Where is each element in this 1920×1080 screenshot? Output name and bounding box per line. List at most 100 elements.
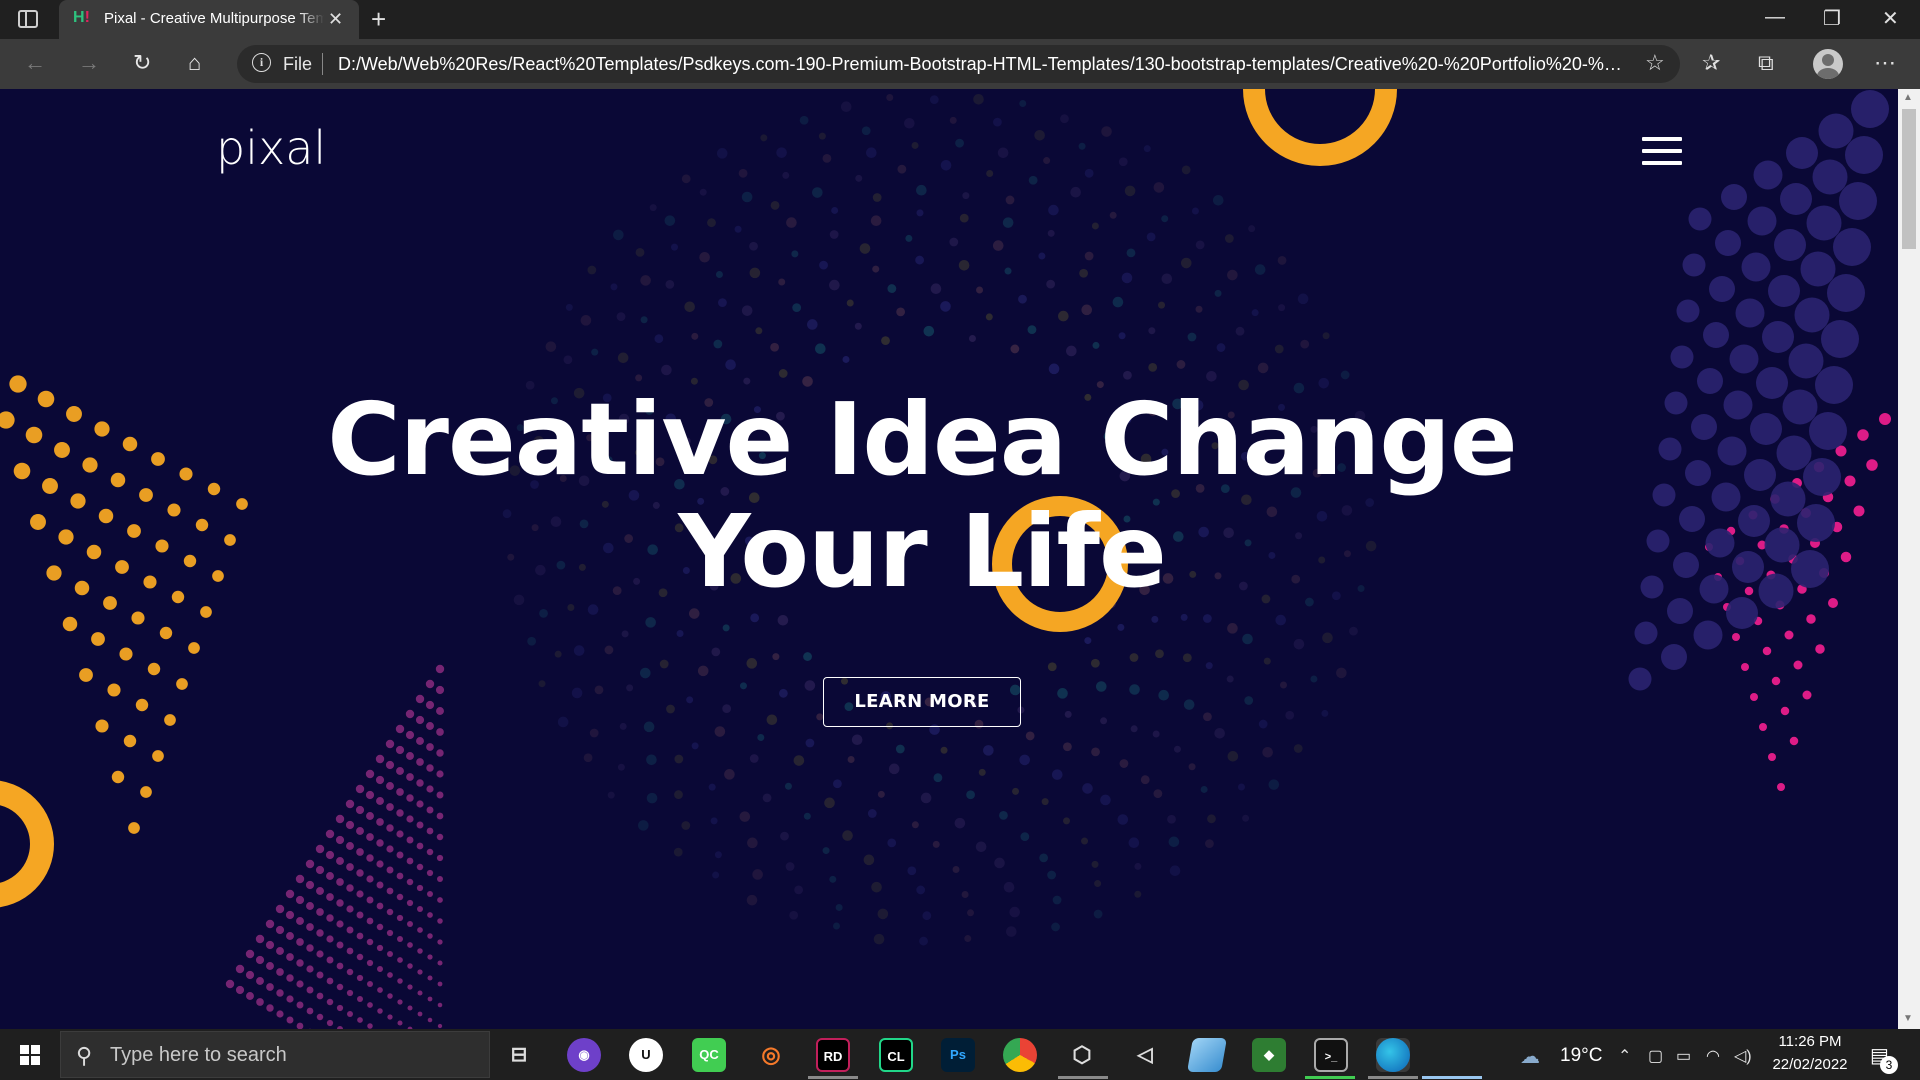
clion-icon[interactable]: CL <box>879 1038 913 1072</box>
decor-dot <box>246 992 254 1000</box>
decor-dot <box>538 680 546 688</box>
learn-more-button[interactable]: LEARN MORE <box>823 677 1021 727</box>
decor-dot <box>872 193 882 202</box>
decor-dot <box>296 959 304 967</box>
decor-dot <box>377 1008 383 1014</box>
restore-icon[interactable]: ❐ <box>1823 6 1841 31</box>
decor-dot <box>803 652 812 661</box>
decor-dot <box>757 733 765 741</box>
forward-icon[interactable]: → <box>78 50 100 76</box>
battery-icon[interactable]: ▭ <box>1676 1046 1691 1066</box>
decor-dot <box>619 722 627 730</box>
favorites-icon[interactable]: ✰ <box>1702 50 1720 76</box>
clock-date[interactable]: 22/02/2022 <box>1764 1056 1856 1073</box>
decor-dot <box>376 944 384 952</box>
decor-dot <box>904 117 915 129</box>
chrome-icon[interactable] <box>1003 1038 1037 1072</box>
site-info-icon[interactable]: i <box>252 53 271 72</box>
decor-dot <box>276 968 284 976</box>
hamburger-menu-icon[interactable] <box>1642 137 1682 165</box>
decor-dot <box>1200 785 1208 793</box>
decor-dot <box>1101 126 1112 137</box>
decor-dot <box>396 809 404 817</box>
tab-title[interactable]: Pixal - Creative Multipurpose Template <box>104 10 324 27</box>
decor-dot <box>296 938 304 946</box>
new-tab-icon[interactable]: + <box>371 4 386 35</box>
decor-dot <box>527 636 537 646</box>
decor-dot <box>325 829 335 839</box>
github-desktop-icon[interactable]: ◉ <box>567 1038 601 1072</box>
photoshop-icon[interactable]: Ps <box>941 1038 975 1072</box>
decor-dot <box>699 188 707 196</box>
decor-dot <box>746 658 758 669</box>
decor-dot <box>427 1017 433 1023</box>
decor-dot <box>427 933 433 939</box>
decor-dot <box>376 923 384 931</box>
meet-now-icon[interactable]: ▢ <box>1648 1046 1663 1066</box>
terminal-icon[interactable]: >_ <box>1314 1038 1348 1072</box>
decor-dot <box>366 917 374 925</box>
decor-dot <box>916 209 924 217</box>
clock-time[interactable]: 11:26 PM <box>1770 1033 1850 1050</box>
decor-dot <box>397 1020 403 1026</box>
tray-overflow-icon[interactable]: ⌃ <box>1618 1046 1631 1066</box>
weather-icon[interactable]: ☁ <box>1520 1044 1540 1069</box>
scroll-down-icon[interactable]: ▼ <box>1903 1013 1913 1024</box>
windows-start-icon[interactable] <box>20 1045 40 1065</box>
notification-count-badge: 3 <box>1880 1056 1898 1074</box>
site-logo[interactable]: pixal <box>216 121 326 175</box>
taskbar-search-placeholder[interactable]: Type here to search <box>110 1044 287 1067</box>
scrollbar-thumb[interactable] <box>1902 109 1916 249</box>
refresh-icon[interactable]: ↻ <box>133 50 151 76</box>
sublime-icon[interactable]: ◆ <box>1252 1038 1286 1072</box>
decor-dot <box>762 793 772 803</box>
decor-dot <box>940 746 948 754</box>
decor-dot <box>366 938 374 946</box>
decor-dot <box>1151 615 1159 623</box>
url-text[interactable]: D:/Web/Web%20Res/React%20Templates/Psdke… <box>338 54 1628 75</box>
more-menu-icon[interactable]: ⋯ <box>1874 50 1896 76</box>
edge-icon[interactable] <box>1376 1038 1410 1072</box>
decor-dot <box>863 854 875 866</box>
task-view-icon[interactable]: ⊟ <box>502 1038 536 1072</box>
decor-dot <box>1806 614 1816 624</box>
home-icon[interactable]: ⌂ <box>188 50 201 76</box>
decor-dot <box>643 721 655 733</box>
tab-close-icon[interactable]: ✕ <box>328 9 343 30</box>
decor-dot <box>1661 644 1687 670</box>
decor-dot <box>385 739 395 749</box>
decor-dot <box>1257 362 1269 374</box>
blender-icon[interactable]: ◎ <box>754 1038 788 1072</box>
window-close-icon[interactable]: ✕ <box>1882 6 1899 31</box>
decor-dot <box>427 996 433 1002</box>
decor-dot <box>932 840 940 848</box>
notepad-icon[interactable] <box>1187 1038 1227 1072</box>
decor-dot <box>1715 230 1741 256</box>
decor-dot <box>1100 794 1111 806</box>
decor-dot <box>1060 114 1069 124</box>
scroll-up-icon[interactable]: ▲ <box>1903 92 1913 103</box>
visual-studio-icon[interactable]: ◁ <box>1128 1038 1162 1072</box>
rider-icon[interactable]: RD <box>816 1038 850 1072</box>
decor-dot <box>805 738 815 748</box>
decor-dot <box>386 908 394 916</box>
volume-icon[interactable]: ◁) <box>1734 1046 1752 1066</box>
decor-dot <box>427 975 433 981</box>
weather-temperature[interactable]: 19°C <box>1560 1045 1602 1067</box>
qt-creator-icon[interactable]: QC <box>692 1038 726 1072</box>
unreal-engine-icon[interactable]: U <box>629 1038 663 1072</box>
profile-avatar[interactable] <box>1813 49 1843 79</box>
decor-dot <box>895 744 905 754</box>
decor-dot <box>365 769 375 779</box>
decor-dot <box>911 821 919 829</box>
minimize-icon[interactable]: — <box>1765 6 1785 29</box>
add-favorite-icon[interactable]: ☆ <box>1645 50 1665 76</box>
unity-icon[interactable]: ⬡ <box>1065 1038 1099 1072</box>
tab-actions-icon[interactable] <box>18 10 38 28</box>
wifi-icon[interactable]: ◠ <box>1706 1046 1720 1066</box>
decor-dot <box>336 899 344 907</box>
decor-dot <box>905 234 913 242</box>
decor-dot <box>1768 275 1800 307</box>
collections-icon[interactable]: ⧉ <box>1758 50 1774 76</box>
back-icon[interactable]: ← <box>24 50 46 76</box>
